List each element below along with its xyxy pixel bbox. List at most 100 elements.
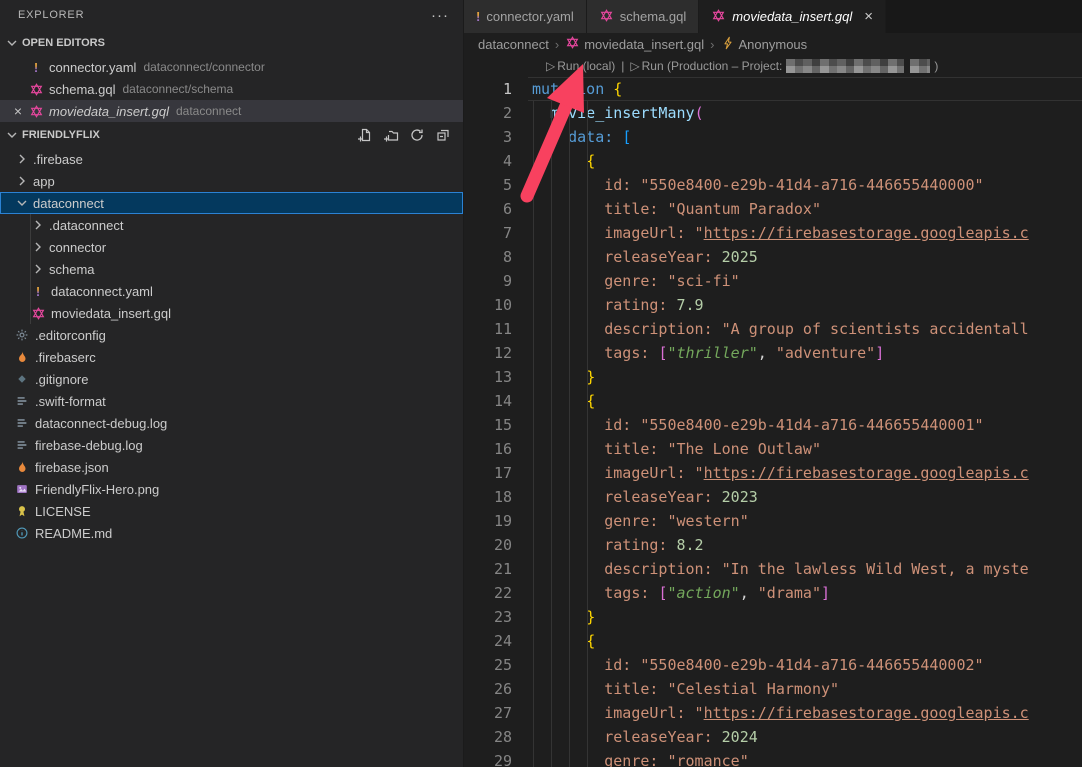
open-editor-item[interactable]: ×moviedata_insert.gqldataconnect xyxy=(0,100,463,122)
tree-item-friendlyflix-hero-png[interactable]: FriendlyFlix-Hero.png xyxy=(0,478,463,500)
code-line[interactable]: releaseYear: 2025 xyxy=(532,245,1082,269)
line-number[interactable]: 13 xyxy=(464,365,520,389)
tree-item-firebase-debug-log[interactable]: firebase-debug.log xyxy=(0,434,463,456)
close-icon[interactable]: × xyxy=(864,9,873,24)
code-line[interactable]: releaseYear: 2023 xyxy=(532,485,1082,509)
code-line[interactable]: movie_insertMany( xyxy=(532,101,1082,125)
tab-moviedata-insert-gql[interactable]: moviedata_insert.gql × xyxy=(699,0,886,33)
line-number[interactable]: 29 xyxy=(464,749,520,767)
code-line[interactable]: genre: "romance" xyxy=(532,749,1082,767)
line-number[interactable]: 4 xyxy=(464,149,520,173)
line-number[interactable]: 11 xyxy=(464,317,520,341)
tree-item-app[interactable]: app xyxy=(0,170,463,192)
refresh-icon[interactable] xyxy=(409,127,425,143)
open-editors-section-header[interactable]: OPEN EDITORS xyxy=(0,30,463,56)
tab-schema-gql[interactable]: schema.gql xyxy=(587,0,699,33)
tree-item--firebaserc[interactable]: .firebaserc xyxy=(0,346,463,368)
line-number[interactable]: 9 xyxy=(464,269,520,293)
line-number[interactable]: 2 xyxy=(464,101,520,125)
line-number[interactable]: 28 xyxy=(464,725,520,749)
code-line[interactable]: description: "A group of scientists acci… xyxy=(532,317,1082,341)
line-number[interactable]: 7 xyxy=(464,221,520,245)
code-line[interactable]: } xyxy=(532,605,1082,629)
line-number[interactable]: 16 xyxy=(464,437,520,461)
code-line[interactable]: id: "550e8400-e29b-41d4-a716-44665544000… xyxy=(532,173,1082,197)
line-number[interactable]: 20 xyxy=(464,533,520,557)
more-actions-icon[interactable]: ··· xyxy=(431,7,449,24)
tree-item-dataconnect-yaml[interactable]: !dataconnect.yaml xyxy=(0,280,463,302)
line-number[interactable]: 21 xyxy=(464,557,520,581)
line-number[interactable]: 23 xyxy=(464,605,520,629)
code-line[interactable]: { xyxy=(532,629,1082,653)
file-name: .firebase xyxy=(33,152,83,167)
tree-item-readme-md[interactable]: README.md xyxy=(0,522,463,544)
code-line[interactable]: data: [ xyxy=(532,125,1082,149)
open-editor-item[interactable]: !connector.yamldataconnect/connector xyxy=(0,56,463,78)
line-number[interactable]: 17 xyxy=(464,461,520,485)
code-line[interactable]: { xyxy=(532,389,1082,413)
tree-item--swift-format[interactable]: .swift-format xyxy=(0,390,463,412)
code-line[interactable]: } xyxy=(532,365,1082,389)
line-number[interactable]: 1 xyxy=(464,77,520,101)
code-line[interactable]: id: "550e8400-e29b-41d4-a716-44665544000… xyxy=(532,413,1082,437)
line-number[interactable]: 19 xyxy=(464,509,520,533)
line-number[interactable]: 8 xyxy=(464,245,520,269)
collapse-all-icon[interactable] xyxy=(435,127,451,143)
line-number[interactable]: 14 xyxy=(464,389,520,413)
new-file-icon[interactable] xyxy=(357,127,373,143)
tree-item--dataconnect[interactable]: .dataconnect xyxy=(0,214,463,236)
line-number[interactable]: 24 xyxy=(464,629,520,653)
tree-item-moviedata-insert-gql[interactable]: moviedata_insert.gql xyxy=(0,302,463,324)
tree-item--gitignore[interactable]: .gitignore xyxy=(0,368,463,390)
close-icon[interactable]: × xyxy=(8,103,28,119)
code-line[interactable]: tags: ["action", "drama"] xyxy=(532,581,1082,605)
code-line[interactable]: imageUrl: "https://firebasestorage.googl… xyxy=(532,221,1082,245)
line-number[interactable]: 5 xyxy=(464,173,520,197)
code-line[interactable]: mutation { xyxy=(532,77,1082,101)
code-line[interactable]: tags: ["thriller", "adventure"] xyxy=(532,341,1082,365)
line-number[interactable]: 25 xyxy=(464,653,520,677)
line-number[interactable]: 22 xyxy=(464,581,520,605)
code-line[interactable]: title: "The Lone Outlaw" xyxy=(532,437,1082,461)
code-line[interactable]: genre: "western" xyxy=(532,509,1082,533)
code-line[interactable]: rating: 7.9 xyxy=(532,293,1082,317)
line-number[interactable]: 12 xyxy=(464,341,520,365)
tree-item-license[interactable]: LICENSE xyxy=(0,500,463,522)
tab-label: moviedata_insert.gql xyxy=(732,9,852,24)
code-line[interactable]: releaseYear: 2024 xyxy=(532,725,1082,749)
code-line[interactable]: imageUrl: "https://firebasestorage.googl… xyxy=(532,461,1082,485)
code-line[interactable]: description: "In the lawless Wild West, … xyxy=(532,557,1082,581)
breadcrumb-item[interactable]: dataconnect xyxy=(478,37,549,52)
tree-item-dataconnect-debug-log[interactable]: dataconnect-debug.log xyxy=(0,412,463,434)
line-number[interactable]: 6 xyxy=(464,197,520,221)
breadcrumb-item[interactable]: moviedata_insert.gql xyxy=(565,35,704,53)
line-number[interactable]: 3 xyxy=(464,125,520,149)
line-number[interactable]: 27 xyxy=(464,701,520,725)
tree-item-schema[interactable]: schema xyxy=(0,258,463,280)
tree-item-connector[interactable]: connector xyxy=(0,236,463,258)
tree-item--firebase[interactable]: .firebase xyxy=(0,148,463,170)
line-number[interactable]: 18 xyxy=(464,485,520,509)
code-line[interactable]: imageUrl: "https://firebasestorage.googl… xyxy=(532,701,1082,725)
line-number[interactable]: 10 xyxy=(464,293,520,317)
tree-item--editorconfig[interactable]: .editorconfig xyxy=(0,324,463,346)
open-editor-item[interactable]: schema.gqldataconnect/schema xyxy=(0,78,463,100)
code-line[interactable]: title: "Quantum Paradox" xyxy=(532,197,1082,221)
code-line[interactable]: title: "Celestial Harmony" xyxy=(532,677,1082,701)
code-line[interactable]: id: "550e8400-e29b-41d4-a716-44665544000… xyxy=(532,653,1082,677)
project-section-header[interactable]: FRIENDLYFLIX xyxy=(0,122,463,148)
tree-item-firebase-json[interactable]: firebase.json xyxy=(0,456,463,478)
line-number[interactable]: 26 xyxy=(464,677,520,701)
new-folder-icon[interactable] xyxy=(383,127,399,143)
code-line[interactable]: { xyxy=(532,149,1082,173)
breadcrumb-item[interactable]: Anonymous xyxy=(721,36,808,53)
tab-connector-yaml[interactable]: !connector.yaml xyxy=(464,0,587,33)
tree-item-dataconnect[interactable]: dataconnect xyxy=(0,192,463,214)
run-production-button[interactable]: ▷ Run (Production – Project: ) xyxy=(630,59,938,73)
chevron-right-icon xyxy=(30,217,46,233)
code-editor[interactable]: 1234567891011121314151617181920212223242… xyxy=(464,77,1082,767)
code-line[interactable]: genre: "sci-fi" xyxy=(532,269,1082,293)
line-number[interactable]: 15 xyxy=(464,413,520,437)
run-local-button[interactable]: ▷ Run (local) xyxy=(546,59,615,73)
code-line[interactable]: rating: 8.2 xyxy=(532,533,1082,557)
